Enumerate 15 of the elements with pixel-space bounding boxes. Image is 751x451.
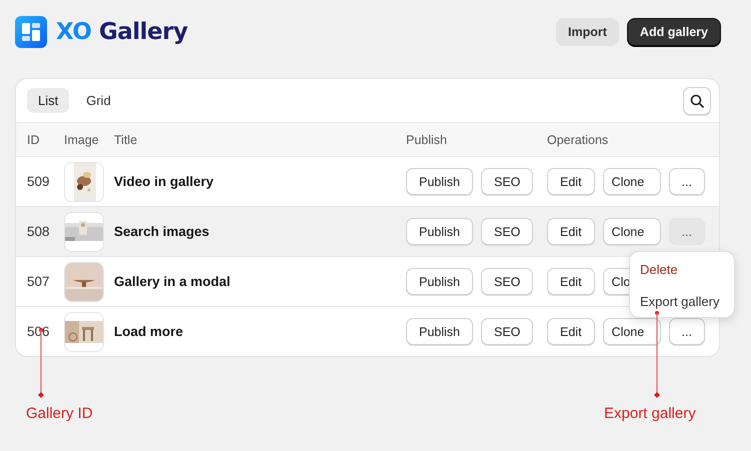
gallery-id: 508 (27, 224, 50, 239)
annotation-label: Gallery ID (26, 405, 93, 422)
gallery-title: Video in gallery (114, 174, 214, 189)
column-header: ID (27, 132, 40, 146)
gallery-id: 509 (27, 174, 50, 189)
gallery-title: Gallery in a modal (114, 274, 230, 289)
column-header: Operations (547, 132, 608, 146)
annotation-label: Export gallery (604, 405, 696, 422)
column-header: Image (64, 132, 99, 146)
column-header: Publish (406, 132, 447, 146)
logo-text: XO Gallery (56, 19, 188, 45)
column-header: Title (114, 132, 138, 146)
gallery-id: 507 (27, 274, 50, 289)
gallery-title: Search images (114, 224, 210, 239)
gallery-title: Load more (114, 324, 184, 339)
